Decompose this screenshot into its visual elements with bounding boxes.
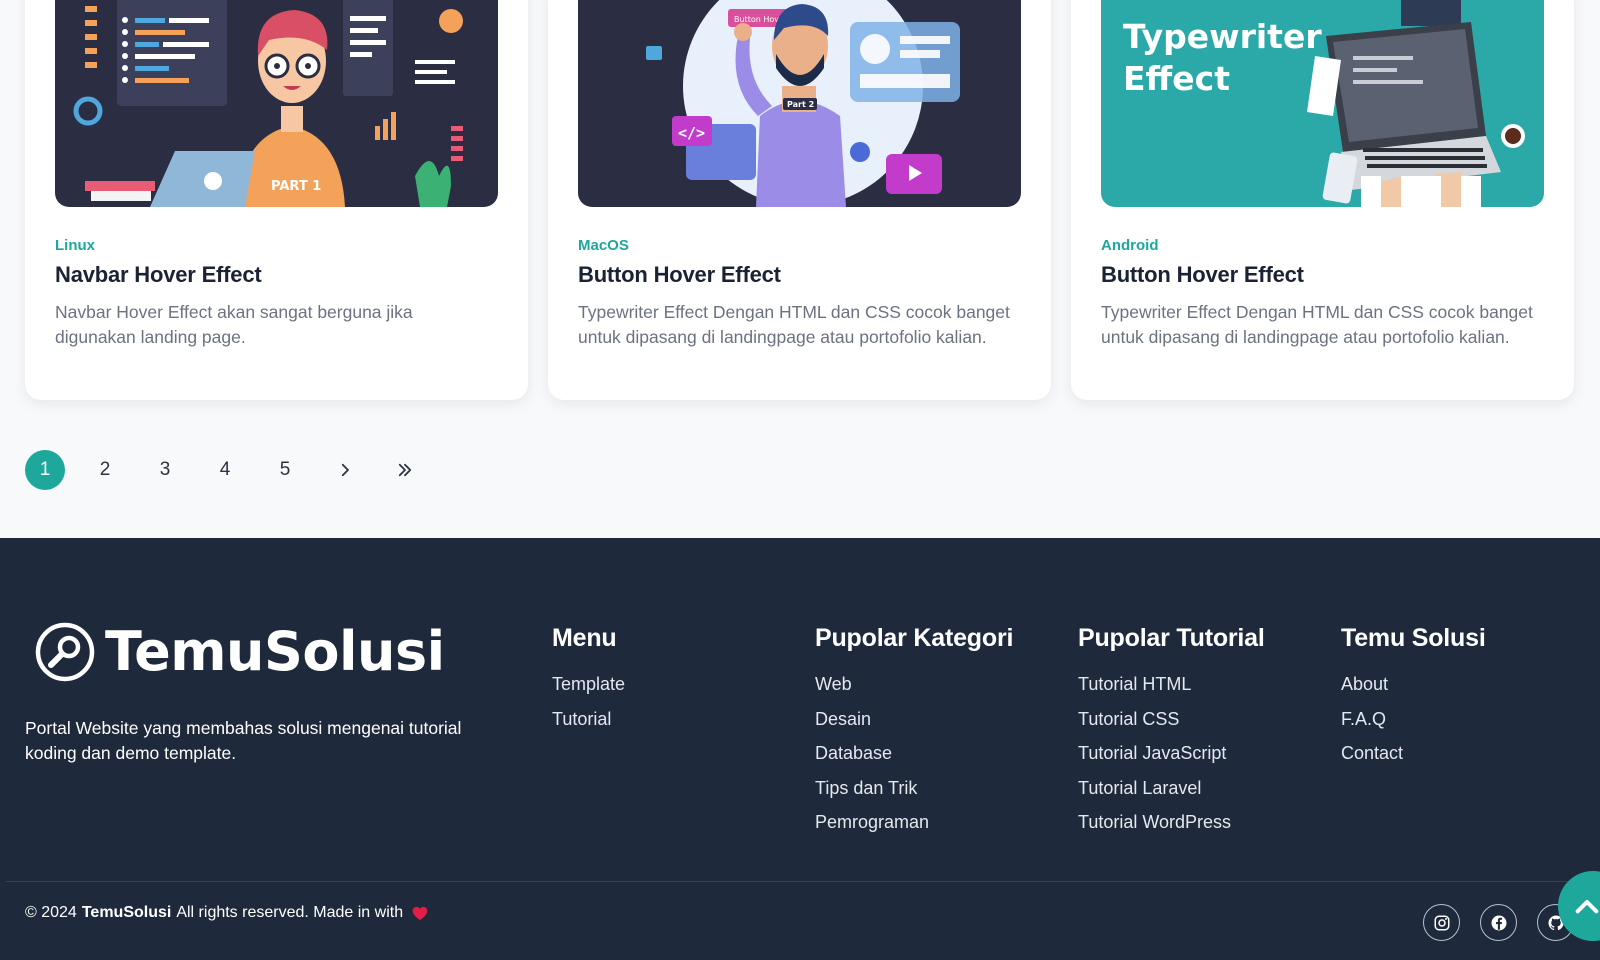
footer-link-javascript[interactable]: Tutorial JavaScript bbox=[1078, 743, 1226, 763]
card-description: Typewriter Effect Dengan HTML dan CSS co… bbox=[578, 302, 1010, 347]
card-thumbnail[interactable]: Typewriter Effect bbox=[1101, 0, 1544, 207]
heart-icon bbox=[412, 906, 428, 920]
footer-link-faq[interactable]: F.A.Q bbox=[1341, 709, 1386, 729]
footer-link-wordpress[interactable]: Tutorial WordPress bbox=[1078, 812, 1231, 832]
card-title[interactable]: Navbar Hover Effect bbox=[55, 261, 498, 289]
footer-link-tips[interactable]: Tips dan Trik bbox=[815, 778, 917, 798]
page-button-1[interactable]: 1 bbox=[25, 450, 65, 490]
card-thumbnail[interactable]: PART 1 bbox=[55, 0, 498, 207]
coding-illustration-image: PART 1 bbox=[55, 0, 498, 207]
article-card[interactable]: Button Hover Effect Part 2 </> MacOS But… bbox=[548, 0, 1051, 400]
footer-link-pemrograman[interactable]: Pemrograman bbox=[815, 812, 929, 832]
svg-text:</>: </> bbox=[678, 124, 705, 142]
footer-column-title: Temu Solusi bbox=[1341, 624, 1486, 652]
footer-brand-logo[interactable]: TemuSolusi bbox=[35, 620, 445, 683]
card-category[interactable]: Linux bbox=[55, 236, 498, 256]
copyright-brand: TemuSolusi bbox=[81, 904, 172, 921]
page-button-3[interactable]: 3 bbox=[145, 450, 185, 490]
footer-link-desain[interactable]: Desain bbox=[815, 709, 871, 729]
copyright: © 2024 TemuSolusi All rights reserved. M… bbox=[25, 904, 428, 922]
footer-link-database[interactable]: Database bbox=[815, 743, 892, 763]
footer-description: Portal Website yang membahas solusi meng… bbox=[25, 718, 462, 763]
pagination: 1 2 3 4 5 bbox=[25, 450, 425, 490]
article-card[interactable]: PART 1 Linux Navbar Hover Effect Navbar … bbox=[25, 0, 528, 400]
footer-link-template[interactable]: Template bbox=[552, 674, 625, 694]
card-description: Typewriter Effect Dengan HTML dan CSS co… bbox=[1101, 302, 1533, 347]
footer-link-html[interactable]: Tutorial HTML bbox=[1078, 674, 1191, 694]
next-page-button[interactable] bbox=[325, 450, 365, 490]
facebook-link[interactable] bbox=[1480, 904, 1517, 941]
double-chevron-right-icon bbox=[398, 463, 412, 477]
social-links bbox=[1423, 904, 1574, 941]
footer-link-about[interactable]: About bbox=[1341, 674, 1388, 694]
site-footer: TemuSolusi Portal Website yang membahas … bbox=[0, 538, 1600, 960]
card-category[interactable]: MacOS bbox=[578, 236, 1021, 256]
copyright-year: © 2024 bbox=[25, 904, 77, 921]
chevron-up-icon bbox=[1575, 900, 1599, 914]
card-title[interactable]: Button Hover Effect bbox=[578, 261, 1021, 289]
footer-link-css[interactable]: Tutorial CSS bbox=[1078, 709, 1179, 729]
footer-link-laravel[interactable]: Tutorial Laravel bbox=[1078, 778, 1201, 798]
page-button-5[interactable]: 5 bbox=[265, 450, 305, 490]
last-page-button[interactable] bbox=[385, 450, 425, 490]
instagram-icon bbox=[1434, 915, 1449, 930]
footer-column-title: Pupolar Kategori bbox=[815, 624, 1014, 652]
button-hover-illustration-image: Button Hover Effect Part 2 </> bbox=[578, 0, 1021, 207]
footer-link-web[interactable]: Web bbox=[815, 674, 852, 694]
thumb-shirt-label: Part 2 bbox=[787, 100, 814, 109]
footer-tutorial-column: Pupolar Tutorial Tutorial HTML Tutorial … bbox=[1078, 622, 1265, 840]
page-button-2[interactable]: 2 bbox=[85, 450, 125, 490]
chevron-right-icon bbox=[341, 463, 349, 477]
instagram-link[interactable] bbox=[1423, 904, 1460, 941]
brand-logo-icon bbox=[35, 622, 95, 681]
brand-name: TemuSolusi bbox=[105, 620, 445, 683]
footer-menu-column: Menu Template Tutorial bbox=[552, 622, 625, 736]
footer-link-tutorial[interactable]: Tutorial bbox=[552, 709, 611, 729]
footer-column-title: Menu bbox=[552, 624, 617, 652]
typewriter-illustration-image: Typewriter Effect bbox=[1101, 0, 1544, 207]
card-thumbnail[interactable]: Button Hover Effect Part 2 </> bbox=[578, 0, 1021, 207]
footer-column-title: Pupolar Tutorial bbox=[1078, 624, 1265, 652]
card-title[interactable]: Button Hover Effect bbox=[1101, 261, 1544, 289]
footer-divider bbox=[6, 881, 1600, 882]
copyright-text: All rights reserved. Made in with bbox=[176, 904, 404, 921]
page: PART 1 Linux Navbar Hover Effect Navbar … bbox=[0, 0, 1600, 960]
footer-category-column: Pupolar Kategori Web Desain Database Tip… bbox=[815, 622, 1013, 840]
facebook-icon bbox=[1491, 915, 1506, 930]
thumb-label: PART 1 bbox=[271, 179, 321, 194]
card-description: Navbar Hover Effect akan sangat berguna … bbox=[55, 302, 413, 347]
page-button-4[interactable]: 4 bbox=[205, 450, 245, 490]
article-card-list: PART 1 Linux Navbar Hover Effect Navbar … bbox=[25, 0, 1574, 400]
article-card[interactable]: Typewriter Effect Android Button Hover Ef… bbox=[1071, 0, 1574, 400]
footer-link-contact[interactable]: Contact bbox=[1341, 743, 1403, 763]
footer-about-column: Temu Solusi About F.A.Q Contact bbox=[1341, 622, 1486, 771]
card-category[interactable]: Android bbox=[1101, 236, 1544, 256]
